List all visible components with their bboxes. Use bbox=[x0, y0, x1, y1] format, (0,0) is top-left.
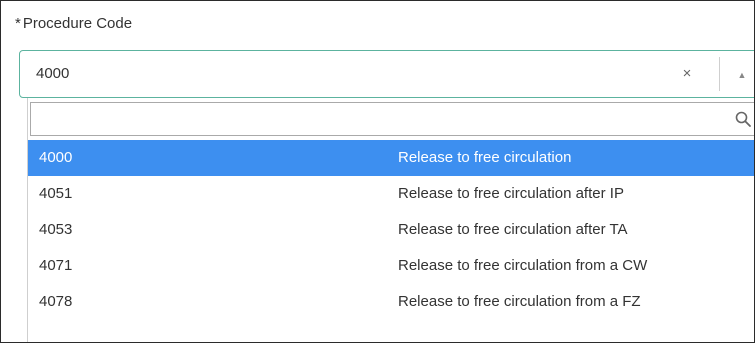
clear-icon[interactable]: × bbox=[677, 64, 697, 84]
dropdown-panel: 4000 Release to free circulation 4051 Re… bbox=[27, 98, 754, 342]
option-code: 4053 bbox=[39, 221, 73, 238]
option-4053[interactable]: 4053 Release to free circulation after T… bbox=[28, 212, 754, 248]
select-divider bbox=[719, 57, 720, 91]
option-description: Release to free circulation after TA bbox=[398, 221, 628, 238]
option-4000[interactable]: 4000 Release to free circulation bbox=[28, 140, 754, 176]
field-label: * Procedure Code bbox=[15, 15, 132, 32]
field-label-text: Procedure Code bbox=[22, 15, 133, 32]
option-code: 4000 bbox=[39, 149, 73, 166]
search-icon bbox=[735, 111, 751, 127]
option-description: Release to free circulation after IP bbox=[398, 185, 624, 202]
dropdown-search-input[interactable] bbox=[37, 107, 721, 133]
procedure-code-select[interactable]: 4000 × ▲ bbox=[19, 50, 754, 98]
required-marker: * bbox=[15, 15, 21, 32]
option-list: 4000 Release to free circulation 4051 Re… bbox=[28, 140, 754, 320]
option-description: Release to free circulation from a CW bbox=[398, 257, 648, 274]
dropdown-search-box bbox=[30, 102, 754, 136]
option-4078[interactable]: 4078 Release to free circulation from a … bbox=[28, 284, 754, 320]
option-4071[interactable]: 4071 Release to free circulation from a … bbox=[28, 248, 754, 284]
selected-value: 4000 bbox=[36, 65, 70, 82]
option-description: Release to free circulation from a FZ bbox=[398, 293, 641, 310]
procedure-code-panel: * Procedure Code 4000 × ▲ 4000 Release to… bbox=[0, 0, 755, 343]
option-4051[interactable]: 4051 Release to free circulation after I… bbox=[28, 176, 754, 212]
option-description: Release to free circulation bbox=[398, 149, 572, 166]
option-code: 4078 bbox=[39, 293, 73, 310]
option-code: 4071 bbox=[39, 257, 73, 274]
chevron-up-icon[interactable]: ▲ bbox=[732, 65, 752, 85]
option-code: 4051 bbox=[39, 185, 73, 202]
